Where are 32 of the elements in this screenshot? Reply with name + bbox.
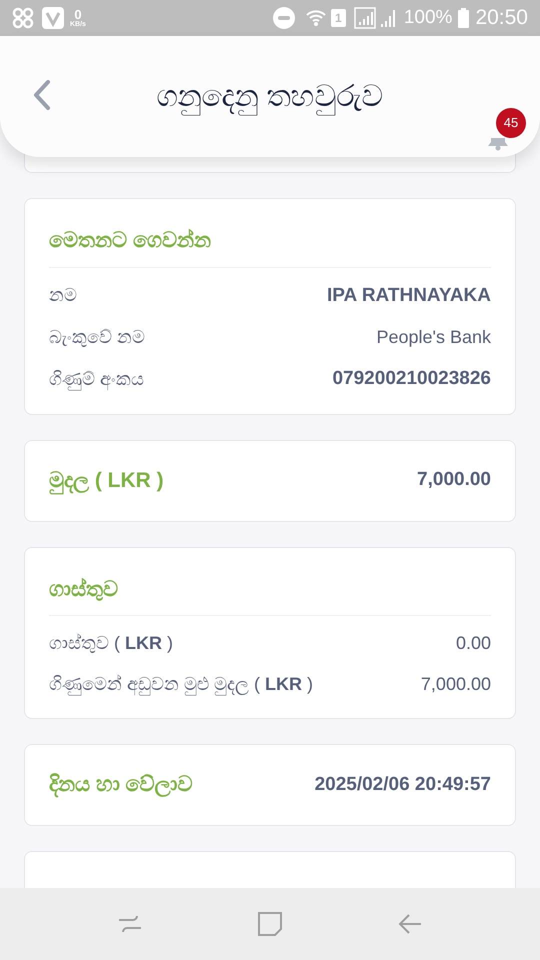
field-value: 7,000.00	[420, 673, 491, 696]
app-icon	[12, 7, 34, 29]
section-title: මෙතනට ගෙවන්න	[49, 225, 491, 268]
section-title: මුදල ( LKR )	[49, 464, 164, 496]
signal-icon	[354, 7, 376, 29]
signal-icon	[380, 8, 398, 28]
field-label: ගාස්තුව ( LKR )	[49, 632, 173, 655]
page-title: ගනුදෙනු තහවුරුව	[156, 74, 384, 119]
field-label: බැංකුවේ නම	[49, 326, 146, 349]
battery-percent: 100%	[404, 6, 452, 30]
sim-icon: 1	[330, 9, 346, 27]
section-title: දිනය හා වේලාව	[49, 772, 193, 800]
field-label: ගිණුමෙන් අඩුවන මුළු මුදල ( LKR )	[49, 673, 313, 698]
field-value: 7,000.00	[417, 468, 491, 492]
field-value: People's Bank	[376, 326, 491, 349]
notification-badge: 45	[496, 108, 526, 138]
home-icon[interactable]	[257, 911, 283, 937]
field-value: 079200210023826	[332, 367, 491, 391]
wifi-icon	[304, 8, 327, 28]
field-value: 0.00	[456, 632, 491, 655]
field-label: ගිණුම් අංකය	[49, 368, 144, 392]
network-speed: 0	[74, 8, 82, 21]
section-title: ගාස්තුව	[49, 574, 491, 616]
do-not-disturb-icon	[272, 7, 295, 29]
app-icon	[42, 7, 64, 29]
field-value: IPA RATHNAYAKA	[327, 284, 491, 308]
clock: 20:50	[475, 5, 528, 32]
back-icon[interactable]	[397, 913, 423, 935]
notification-button[interactable]: 45	[486, 108, 526, 148]
battery-icon	[458, 8, 470, 28]
field-value: 2025/02/06 20:49:57	[314, 772, 491, 797]
field-label: නම	[49, 284, 77, 308]
